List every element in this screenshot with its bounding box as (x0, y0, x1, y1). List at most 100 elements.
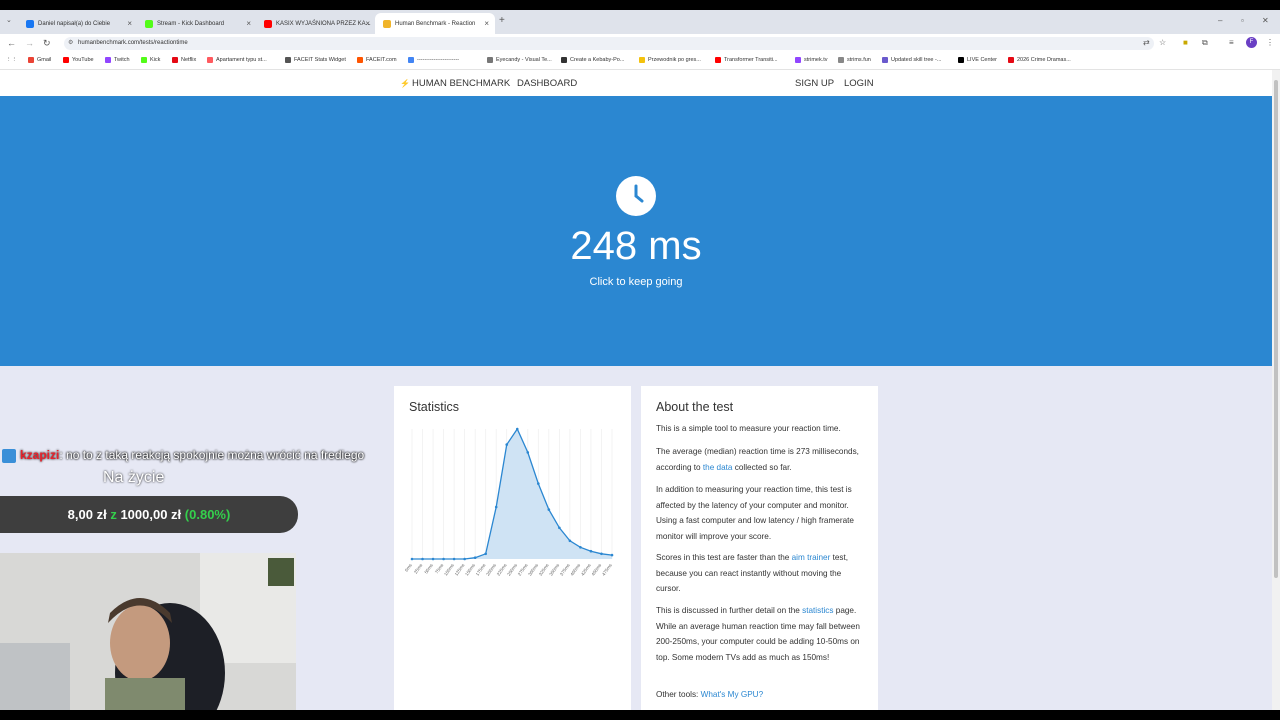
bookmark-label: Twitch (114, 57, 130, 63)
statistics-title: Statistics (409, 400, 460, 414)
bookmark-star-icon[interactable]: ☆ (1159, 38, 1166, 47)
close-icon[interactable]: × (484, 19, 489, 28)
bookmark-favicon-icon (408, 57, 414, 63)
page-scrollbar[interactable] (1272, 70, 1280, 710)
bookmark-item[interactable]: ----------------------- (408, 57, 459, 63)
bookmark-item[interactable]: Netflix (172, 57, 196, 63)
bookmark-item[interactable]: 2026 Crime Dramas... (1008, 57, 1071, 63)
tab-strip: ⌄ Daniel napisał(a) do Ciebie × Stream -… (0, 10, 1280, 34)
chart-point (473, 556, 477, 559)
about-paragraph: This is discussed in further detail on t… (656, 606, 860, 662)
chat-text: : no to z taką reakcją spokojnie można w… (59, 448, 365, 462)
menu-icon[interactable]: ⋮ (1266, 38, 1274, 47)
forward-icon[interactable]: → (25, 38, 34, 48)
site-info-icon[interactable]: ⚙ (68, 37, 73, 50)
chart-point (484, 552, 487, 556)
bookmark-favicon-icon (207, 57, 213, 63)
browser-window: ⌄ Daniel napisał(a) do Ciebie × Stream -… (0, 10, 1280, 710)
apps-icon[interactable]: ⋮⋮ (6, 57, 17, 63)
extensions-puzzle-icon[interactable]: ⧉ (1202, 38, 1208, 48)
browser-toolbar: ← → ↻ ⚙ humanbenchmark.com/tests/reactio… (0, 34, 1280, 53)
back-icon[interactable]: ← (7, 38, 16, 48)
new-tab-button[interactable]: + (499, 15, 505, 26)
lightning-icon: ⚡ (400, 79, 410, 88)
aim-trainer-link[interactable]: aim trainer (792, 553, 831, 562)
bookmark-label: Przewodnik po gres... (648, 57, 701, 63)
close-window-button[interactable]: ✕ (1262, 16, 1269, 25)
maximize-button[interactable]: ▫ (1241, 16, 1244, 25)
brand-link[interactable]: HUMAN BENCHMARK (412, 78, 510, 89)
close-icon[interactable]: × (246, 19, 251, 28)
chart-point (600, 552, 603, 556)
facebook-icon (26, 19, 34, 28)
tab-title: Daniel napisał(a) do Ciebie (38, 20, 111, 27)
donation-goal-bar: 8,00 zł z 1000,00 zł (0.80%) (0, 496, 298, 533)
chart-tick-label: 475ms (601, 562, 613, 577)
profile-avatar[interactable]: F (1246, 37, 1257, 48)
kick-icon (145, 19, 153, 28)
tab-title: Stream - Kick Dashboard (157, 20, 225, 27)
bookmark-item[interactable]: Transformer Transiti... (715, 57, 778, 63)
about-paragraph: Scores in this test are faster than the … (656, 553, 849, 593)
tab-title: Human Benchmark - Reaction (395, 20, 476, 27)
close-icon[interactable]: × (365, 19, 370, 28)
bookmark-label: FACEIT Stats Widget (294, 57, 346, 63)
reload-icon[interactable]: ↻ (43, 38, 51, 49)
bookmark-item[interactable]: strimek.tv (795, 57, 828, 63)
address-bar[interactable]: ⚙ humanbenchmark.com/tests/reactiontime (64, 37, 1154, 50)
tab-human-benchmark[interactable]: Human Benchmark - Reaction × (375, 13, 495, 34)
scrollbar-thumb[interactable] (1274, 80, 1278, 578)
bookmark-favicon-icon (63, 57, 69, 63)
bookmark-label: YouTube (72, 57, 94, 63)
url-text: humanbenchmark.com/tests/reactiontime (78, 40, 188, 46)
chart-point (421, 557, 424, 561)
chart-point (410, 557, 414, 561)
translate-icon[interactable]: ⇄ (1143, 38, 1150, 47)
media-icon[interactable]: ≡ (1229, 38, 1234, 47)
bookmark-item[interactable]: LIVE Center (958, 57, 997, 63)
minimize-button[interactable]: – (1218, 16, 1222, 25)
close-icon[interactable]: × (127, 19, 132, 28)
donation-goal: 1000,00 zł (120, 507, 182, 522)
bookmark-item[interactable]: Kick (141, 57, 160, 63)
bookmark-item[interactable]: Twitch (105, 57, 130, 63)
donation-percent: (0.80%) (184, 507, 231, 522)
bookmark-item[interactable]: Eyecandy - Visual Te... (487, 57, 552, 63)
about-title: About the test (656, 400, 734, 414)
bookmark-favicon-icon (172, 57, 178, 63)
tab-youtube[interactable]: KASIX WYJAŚNIONA PRZEZ KA... × (256, 13, 376, 34)
bookmark-item[interactable]: FACEIT Stats Widget (285, 57, 346, 63)
bookmark-favicon-icon (357, 57, 363, 63)
bookmark-item[interactable]: FACEIT.com (357, 57, 397, 63)
extension-icon[interactable]: ■ (1183, 38, 1188, 47)
bookmark-item[interactable]: strims.fun (838, 57, 871, 63)
bookmark-item[interactable]: Apartament typu st... (207, 57, 267, 63)
bookmark-label: FACEIT.com (366, 57, 397, 63)
bookmark-label: 2026 Crime Dramas... (1017, 57, 1071, 63)
tab-search-icon[interactable]: ⌄ (6, 16, 12, 24)
login-link[interactable]: LOGIN (844, 78, 874, 89)
reaction-test-area[interactable]: 248 ms Click to keep going (0, 96, 1272, 366)
dashboard-link[interactable]: DASHBOARD (517, 78, 577, 89)
bookmark-item[interactable]: Przewodnik po gres... (639, 57, 701, 63)
bookmark-item[interactable]: Gmail (28, 57, 51, 63)
about-paragraph: This is a simple tool to measure your re… (656, 424, 841, 433)
tab-kick-dashboard[interactable]: Stream - Kick Dashboard × (137, 13, 257, 34)
statistics-link[interactable]: statistics (802, 606, 833, 615)
chart-area (412, 429, 612, 559)
data-link[interactable]: the data (703, 463, 733, 472)
chart-point (515, 427, 519, 431)
bookmark-item[interactable]: Create a Kebaby-Po... (561, 57, 624, 63)
signup-link[interactable]: SIGN UP (795, 78, 834, 89)
donation-separator: z (110, 507, 117, 522)
chat-badge-icon (2, 448, 16, 463)
bookmark-item[interactable]: YouTube (63, 57, 94, 63)
chart-point (526, 451, 530, 454)
bookmark-label: Updated skill tree -... (891, 57, 942, 63)
bookmark-label: Gmail (37, 57, 52, 63)
chat-message-overlay: kzapizi: no to z taką reakcją spokojnie … (2, 448, 364, 463)
tab-facebook[interactable]: Daniel napisał(a) do Ciebie × (18, 13, 138, 34)
bookmark-item[interactable]: Updated skill tree -... (882, 57, 941, 63)
bookmark-label: strims.fun (847, 57, 871, 63)
whats-my-gpu-link[interactable]: What's My GPU? (701, 690, 764, 699)
